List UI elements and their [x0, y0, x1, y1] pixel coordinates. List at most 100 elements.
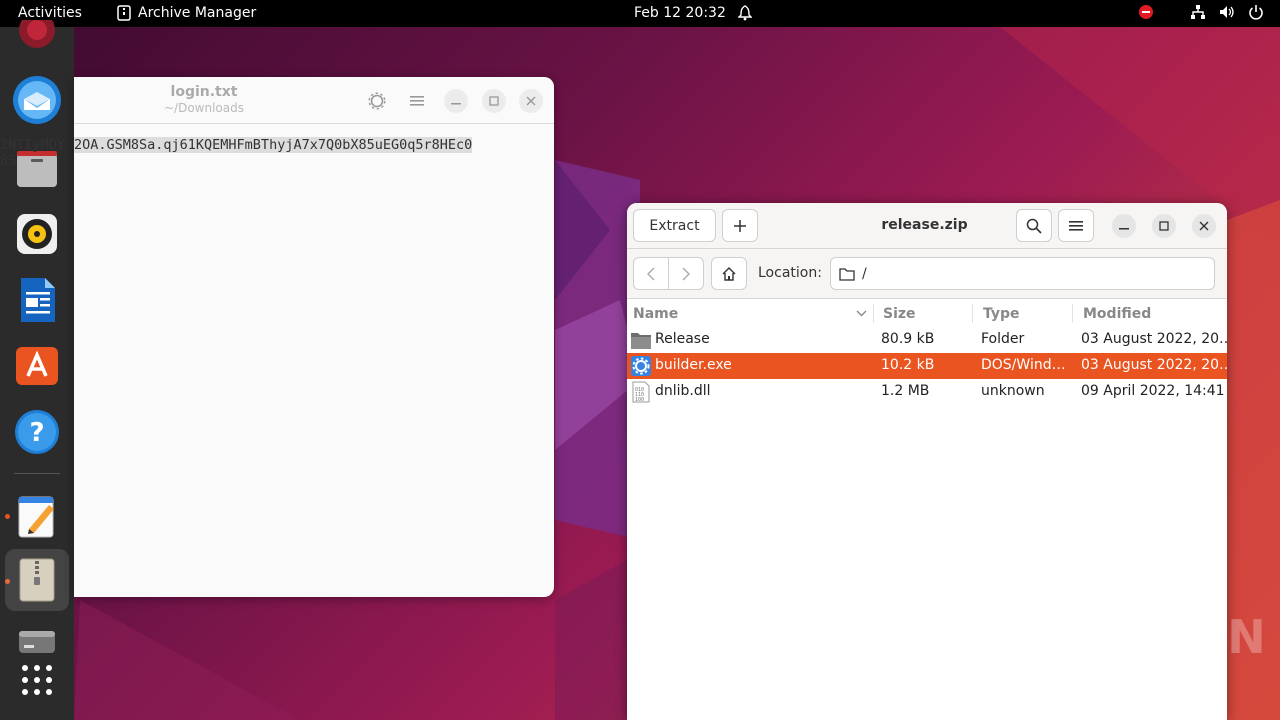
dock: ?: [0, 20, 74, 720]
extract-button[interactable]: Extract: [633, 209, 716, 242]
overflow-line-2: 85: [0, 153, 17, 169]
file-row-release[interactable]: Release 80.9 kB Folder 03 August 2022, 2…: [627, 327, 1227, 353]
column-divider: [873, 304, 874, 323]
volume-icon: [1220, 6, 1234, 18]
app-icon: [19, 20, 55, 48]
dock-item-archive-manager[interactable]: [5, 549, 69, 611]
add-files-button[interactable]: [722, 209, 758, 242]
maximize-icon: [1159, 221, 1169, 231]
text-editor-overflow-text: 2NTIyMDY 85: [0, 137, 65, 169]
back-button[interactable]: [633, 257, 669, 290]
column-type[interactable]: Type: [983, 306, 1020, 322]
close-icon: [1199, 221, 1209, 231]
selected-text: 2OA.GSM8Sa.qj61KQEMHFmBThyjA7x7Q0bX85uEG…: [74, 137, 473, 153]
column-modified[interactable]: Modified: [1083, 306, 1151, 322]
column-name[interactable]: Name: [633, 306, 678, 322]
network-icon: [1191, 5, 1205, 19]
file-type: DOS/Wind…: [981, 357, 1066, 373]
dock-item-partial[interactable]: [12, 15, 62, 65]
overflow-line-1: 2NTIyMDY: [0, 137, 66, 153]
anyrun-watermark: ANY RUN: [1037, 610, 1266, 664]
thunderbird-icon: [13, 76, 61, 124]
home-icon: [722, 266, 736, 281]
file-name: Release: [655, 331, 710, 347]
file-modified: 03 August 2022, 20…: [1081, 357, 1227, 373]
executable-icon: [631, 356, 651, 376]
search-button[interactable]: [1016, 209, 1052, 242]
main-menu-button[interactable]: [1058, 209, 1094, 242]
location-bar: Location: /: [627, 249, 1227, 299]
minimize-button[interactable]: [1112, 214, 1136, 238]
running-indicator: [5, 514, 10, 519]
app-grid-icon: [22, 665, 52, 695]
recording-indicator-icon: [1139, 5, 1153, 19]
binary-file-icon: 010110100: [632, 381, 650, 403]
file-size: 1.2 MB: [881, 383, 930, 399]
archive-headerbar: Extract release.zip: [627, 203, 1227, 249]
text-editor-headerbar: login.txt ~/Downloads: [74, 77, 554, 124]
dock-item-rhythmbox[interactable]: [12, 209, 62, 259]
file-size: 10.2 kB: [881, 357, 935, 373]
minimize-button[interactable]: [444, 89, 468, 113]
svg-text:?: ?: [29, 418, 44, 448]
forward-button[interactable]: [668, 257, 704, 290]
disk-icon: [19, 631, 55, 653]
dock-item-thunderbird[interactable]: [12, 75, 62, 125]
file-name: dnlib.dll: [655, 383, 711, 399]
file-row-builder-exe[interactable]: builder.exe 10.2 kB DOS/Wind… 03 August …: [627, 353, 1227, 379]
column-size[interactable]: Size: [883, 306, 916, 322]
notification-bell-icon[interactable]: [737, 5, 753, 25]
hamburger-menu-icon[interactable]: [405, 89, 429, 113]
search-icon: [1026, 218, 1042, 234]
dock-item-help[interactable]: ?: [12, 407, 62, 457]
file-row-dnlib-dll[interactable]: 010 110 100 dnlib.dll 1.2 MB unknown 09 Ap…: [627, 379, 1227, 405]
text-editor-line-1[interactable]: 2OA.GSM8Sa.qj61KQEMHFmBThyjA7x7Q0bX85uEG…: [74, 137, 473, 153]
archive-app-icon: [117, 5, 131, 21]
dock-item-ubuntu-software[interactable]: [12, 341, 62, 391]
location-field[interactable]: /: [830, 257, 1215, 290]
file-type: Folder: [981, 331, 1025, 347]
archive-title: release.zip: [881, 217, 968, 233]
dock-item-text-editor[interactable]: [12, 491, 62, 541]
clock[interactable]: Feb 12 20:32: [634, 5, 726, 21]
show-applications-button[interactable]: [12, 655, 62, 705]
dock-separator: [14, 473, 60, 474]
writer-icon: [21, 278, 55, 322]
close-button[interactable]: [1192, 214, 1216, 238]
top-bar: Activities Archive Manager Feb 12 20:32: [0, 0, 1280, 27]
folder-icon: [839, 267, 855, 281]
help-icon: ?: [15, 410, 59, 454]
column-divider: [972, 304, 973, 323]
maximize-button[interactable]: [482, 89, 506, 113]
minimize-icon: [1119, 228, 1129, 230]
system-tray[interactable]: [1138, 4, 1264, 20]
text-editor-subtitle: ~/Downloads: [164, 101, 244, 115]
file-modified: 09 April 2022, 14:41: [1081, 383, 1225, 399]
dock-item-writer[interactable]: [12, 275, 62, 325]
sort-chevron-down-icon[interactable]: [856, 310, 867, 317]
location-label: Location:: [758, 265, 822, 281]
text-editor-icon: [18, 496, 54, 538]
software-store-icon: [16, 347, 58, 385]
text-editor-window: login.txt ~/Downloads 2OA.GSM8Sa.qj61KQE…: [74, 77, 554, 597]
file-size: 80.9 kB: [881, 331, 935, 347]
desktop-label-fragment: e: [1217, 679, 1226, 695]
app-menu-label: Archive Manager: [138, 5, 257, 21]
close-button[interactable]: [519, 89, 543, 113]
file-list: Release 80.9 kB Folder 03 August 2022, 2…: [627, 327, 1227, 405]
location-path: /: [862, 265, 867, 282]
settings-gear-icon[interactable]: [365, 89, 389, 113]
file-modified: 03 August 2022, 20…: [1081, 331, 1227, 347]
chevron-left-icon: [647, 267, 655, 280]
plus-icon: [734, 219, 746, 232]
file-list-header: Name Size Type Modified: [627, 300, 1227, 327]
app-menu[interactable]: Archive Manager: [117, 5, 256, 21]
chevron-right-icon: [682, 267, 690, 280]
folder-icon: [631, 333, 651, 349]
maximize-button[interactable]: [1152, 214, 1176, 238]
svg-text:100: 100: [635, 397, 644, 403]
column-divider: [1072, 304, 1073, 323]
archive-manager-icon: [19, 558, 55, 602]
home-button[interactable]: [711, 257, 747, 290]
hamburger-menu-icon: [1069, 220, 1083, 231]
